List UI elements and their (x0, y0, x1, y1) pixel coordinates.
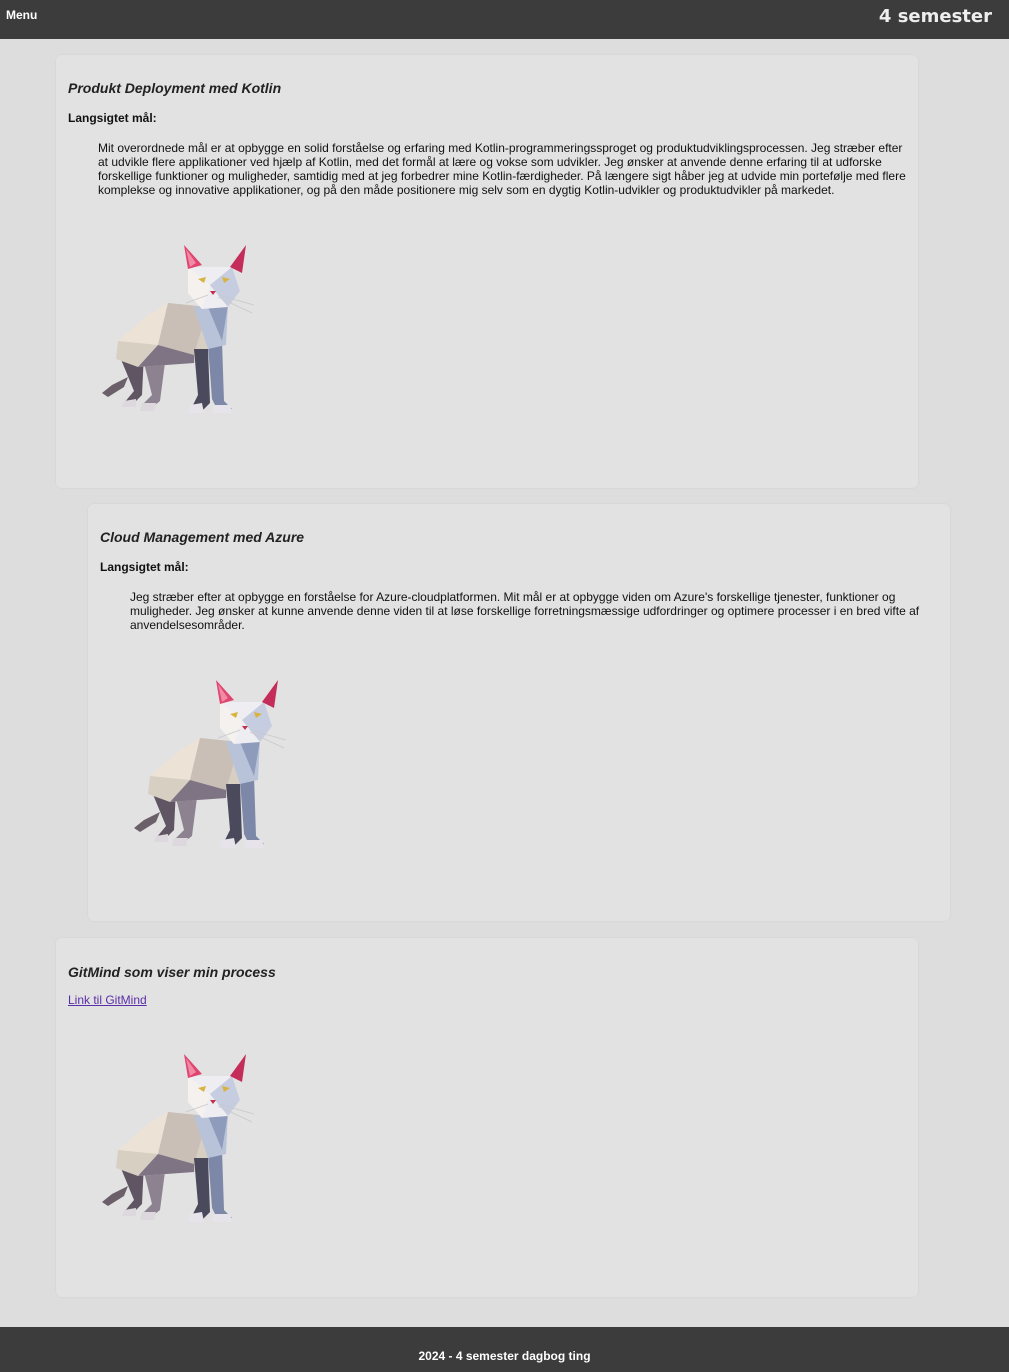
section-subtitle: Langsigtet mål: (68, 111, 157, 125)
gitmind-link[interactable]: Link til GitMind (68, 993, 147, 1007)
section-title: Produkt Deployment med Kotlin (68, 80, 282, 96)
section-subtitle: Langsigtet mål: (100, 560, 189, 574)
footer: 2024 - 4 semester dagbog ting (0, 1327, 1009, 1372)
cat-image (101, 1054, 255, 1223)
menu-button[interactable]: Menu (6, 8, 37, 22)
cat-image (101, 245, 255, 414)
section-title: Cloud Management med Azure (100, 529, 305, 545)
section-card-azure: Cloud Management med Azure Langsigtet må… (88, 504, 950, 921)
section-card-gitmind: GitMind som viser min process Link til G… (56, 938, 918, 1297)
top-navbar: Menu 4 semester (0, 0, 1009, 39)
section-paragraph: Mit overordnede mål er at opbygge en sol… (98, 141, 906, 197)
site-title: 4 semester (878, 6, 992, 27)
section-paragraph: Jeg stræber efter at opbygge en forståel… (130, 590, 920, 632)
section-card-kotlin: Produkt Deployment med Kotlin Langsigtet… (56, 55, 918, 488)
section-title: GitMind som viser min process (68, 964, 276, 980)
footer-text: 2024 - 4 semester dagbog ting (418, 1349, 591, 1363)
cat-image (133, 680, 287, 849)
